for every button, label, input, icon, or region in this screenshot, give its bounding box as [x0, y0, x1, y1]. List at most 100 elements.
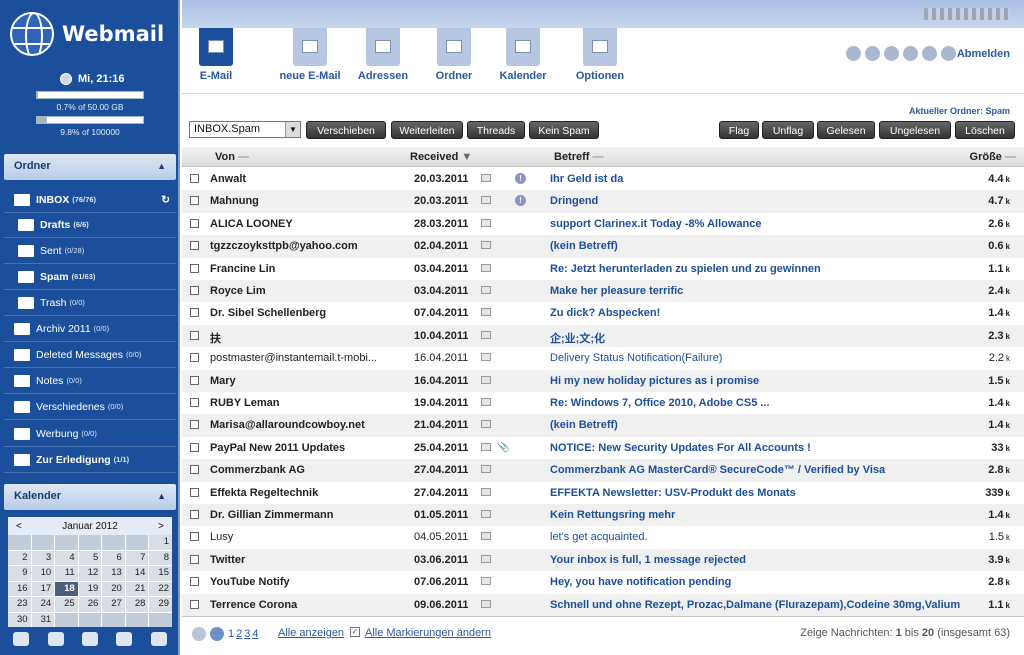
table-row[interactable]: tgzzczoyksttpb@yahoo.com 02.04.2011 (kein … [182, 235, 1024, 258]
calendar-day[interactable]: 16 [8, 581, 31, 596]
toolbar-e-mail[interactable]: E-Mail [198, 28, 234, 82]
calendar-day[interactable]: 4 [55, 550, 78, 565]
logout-link[interactable]: Abmelden [957, 48, 1010, 60]
column-from[interactable]: Von — [215, 151, 249, 163]
row-subject[interactable]: Make her pleasure terrific [550, 285, 970, 297]
next-month-button[interactable]: > [158, 521, 164, 532]
row-from[interactable]: RUBY Leman [210, 397, 380, 409]
row-subject[interactable]: Delivery Status Notification(Failure) [550, 352, 970, 364]
table-row[interactable]: Twitter 03.06.2011 Your inbox is full, 1 m… [182, 548, 1024, 572]
calendar-day[interactable]: 15 [149, 566, 172, 581]
collapse-icon[interactable]: ▲ [157, 491, 166, 501]
check-icon[interactable] [846, 46, 861, 61]
change-marks-link[interactable]: Alle Markierungen ändern [365, 627, 491, 639]
row-from[interactable]: tgzzczoyksttpb@yahoo.com [210, 240, 380, 252]
page-link[interactable]: 1 [228, 628, 234, 640]
row-from[interactable]: Dr. Sibel Schellenberg [210, 307, 380, 319]
calendar-day[interactable]: 30 [8, 612, 31, 627]
refresh-icon[interactable]: ↻ [161, 194, 170, 206]
sidebar-item-notes[interactable]: Notes (0/0) [4, 368, 176, 394]
unflag-button[interactable]: Unflag [762, 121, 814, 139]
row-checkbox[interactable] [190, 398, 199, 407]
prev-month-button[interactable]: < [16, 521, 22, 532]
row-checkbox[interactable] [190, 554, 199, 564]
calendar-day[interactable]: 19 [78, 581, 102, 596]
table-row[interactable]: ALICA LOONEY 28.03.2011 support Clarinex.i… [182, 213, 1024, 235]
row-subject[interactable]: Your inbox is full, 1 message rejected [550, 554, 970, 566]
row-checkbox[interactable] [190, 465, 199, 475]
row-from[interactable]: postmaster@instantemail.t-mobi... [210, 352, 380, 364]
row-from[interactable]: ALICA LOONEY [210, 218, 380, 230]
row-subject[interactable]: Re: Jetzt herunterladen zu spielen und z… [550, 263, 970, 275]
row-subject[interactable]: Schnell und ohne Rezept, Prozac,Dalmane … [550, 599, 970, 611]
toolbar-adressen[interactable]: Adressen [350, 28, 416, 82]
calendar-day[interactable]: 13 [102, 566, 125, 581]
row-checkbox[interactable] [190, 218, 199, 228]
row-subject[interactable]: Zu dick? Abspecken! [550, 307, 970, 319]
table-row[interactable]: Marisa@allaroundcowboy.net 21.04.2011 (kei… [182, 414, 1024, 437]
next-page-icon[interactable] [210, 627, 224, 641]
calendar-section-header[interactable]: Kalender ▲ [4, 484, 176, 510]
table-row[interactable]: Dr. Gillian Zimmermann 01.05.2011 Kein Ret… [182, 504, 1024, 527]
row-from[interactable]: Mary [210, 375, 380, 387]
sidebar-item-inbox[interactable]: INBOX (76/76) ↻ [4, 187, 176, 213]
calendar-day[interactable]: 9 [8, 566, 31, 581]
settings-icon[interactable] [13, 632, 30, 646]
calendar-day[interactable]: 10 [31, 566, 55, 581]
gelesen-button[interactable]: Gelesen [817, 121, 875, 139]
column-subject[interactable]: Betreff — [554, 151, 604, 163]
row-from[interactable]: Dr. Gillian Zimmermann [210, 509, 380, 521]
calendar-day[interactable]: 22 [149, 581, 172, 596]
sidebar-item-werbung[interactable]: Werbung (0/0) [4, 421, 176, 447]
row-checkbox[interactable] [190, 442, 199, 452]
row-subject[interactable]: Dringend [550, 195, 970, 207]
row-subject[interactable]: (kein Betreff) [550, 419, 970, 431]
table-row[interactable]: Mary 16.04.2011 Hi my new holiday pictures… [182, 369, 1024, 392]
calendar-day[interactable]: 31 [31, 612, 55, 627]
row-checkbox[interactable] [190, 263, 199, 273]
row-checkbox[interactable] [190, 532, 199, 542]
row-subject[interactable]: 企;业;文;化 [550, 330, 970, 346]
calendar-day[interactable]: 5 [78, 550, 102, 565]
sidebar-item-drafts[interactable]: Drafts (6/6) [4, 212, 176, 238]
table-row[interactable]: PayPal New 2011 Updates 25.04.2011 📎 NOTICE… [182, 437, 1024, 459]
page-link[interactable]: 4 [252, 628, 258, 640]
row-from[interactable]: PayPal New 2011 Updates [210, 442, 380, 454]
flag-button[interactable]: Flag [719, 121, 759, 139]
threads-button[interactable]: Threads [467, 121, 525, 139]
globe-icon[interactable] [116, 632, 133, 646]
prev-page-icon[interactable] [192, 627, 206, 641]
calendar-day[interactable]: 29 [149, 597, 172, 612]
table-row[interactable]: Terrence Corona 09.06.2011 Schnell und ohn… [182, 593, 1024, 616]
table-row[interactable]: Royce Lim 03.04.2011 Make her pleasure ter… [182, 280, 1024, 303]
calendar-day[interactable]: 6 [102, 550, 125, 565]
row-subject[interactable]: NOTICE: New Security Updates For All Acc… [550, 442, 970, 454]
page-link[interactable]: 3 [244, 628, 250, 640]
row-subject[interactable]: Ihr Geld ist da [550, 173, 970, 185]
help-icon[interactable] [922, 46, 937, 61]
table-row[interactable]: postmaster@instantemail.t-mobi... 16.04.2… [182, 347, 1024, 369]
verschieben-button[interactable]: Verschieben [306, 121, 386, 139]
table-row[interactable]: YouTube Notify 07.06.2011 Hey, you have no… [182, 571, 1024, 593]
calendar-day[interactable]: 12 [78, 566, 102, 581]
calendar-day[interactable]: 27 [102, 597, 125, 612]
calendar-day[interactable]: 1 [149, 535, 172, 550]
weiterleiten-button[interactable]: Weiterleiten [391, 121, 463, 139]
row-checkbox[interactable] [190, 510, 199, 519]
row-checkbox[interactable] [190, 487, 199, 497]
row-subject[interactable]: Commerzbank AG MasterCard® SecureCode™ /… [550, 464, 970, 476]
show-all-link[interactable]: Alle anzeigen [278, 627, 344, 639]
calendar-day[interactable]: 26 [78, 597, 102, 612]
table-row[interactable]: Mahnung 20.03.2011! Dringend 4.7 k [182, 190, 1024, 213]
row-checkbox[interactable] [190, 330, 199, 340]
row-checkbox[interactable] [190, 174, 199, 183]
table-row[interactable]: Commerzbank AG 27.04.2011 Commerzbank AG M… [182, 459, 1024, 482]
calendar-day[interactable]: 23 [8, 597, 31, 612]
row-subject[interactable]: Kein Rettungsring mehr [550, 509, 970, 521]
calendar-day[interactable]: 11 [55, 566, 78, 581]
calendar-day[interactable]: 3 [31, 550, 55, 565]
calendar-day[interactable]: 20 [102, 581, 125, 596]
row-from[interactable]: YouTube Notify [210, 576, 380, 588]
row-subject[interactable]: Hi my new holiday pictures as i promise [550, 375, 970, 387]
table-row[interactable]: Dr. Sibel Schellenberg 07.04.2011 Zu dick?… [182, 302, 1024, 324]
